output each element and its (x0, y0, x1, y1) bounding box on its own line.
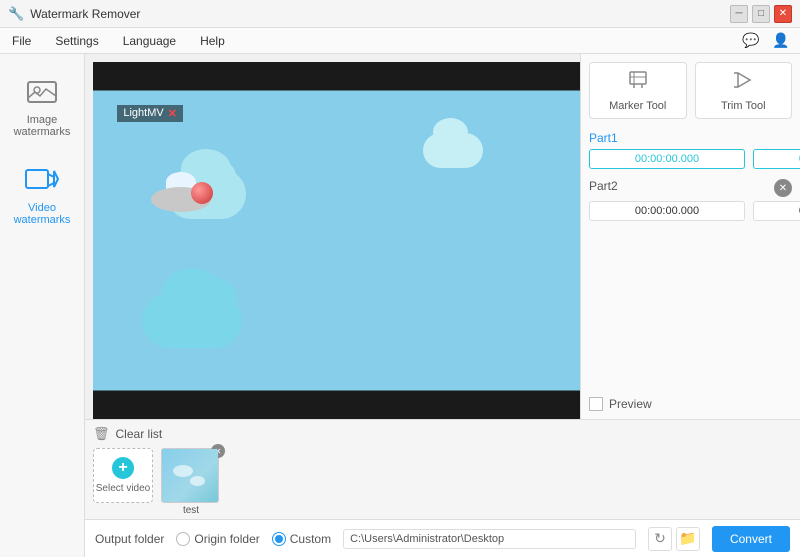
add-icon: + (112, 457, 134, 479)
menubar-right: 💬 👤 (740, 30, 792, 52)
tools-header: Marker Tool Trim Tool (589, 62, 792, 119)
cloud-top-right (423, 133, 483, 168)
thumbnail-inner (162, 449, 218, 502)
part1-row: Part1 (589, 131, 792, 169)
origin-folder-radio[interactable] (176, 532, 190, 546)
bottom-bar: Output folder Origin folder Custom ↻ 📁 C… (85, 519, 800, 557)
menu-language[interactable]: Language (119, 32, 180, 50)
origin-folder-label: Origin folder (194, 532, 259, 546)
sidebar-item-image-label: Image watermarks (9, 114, 76, 138)
titlebar: 🔧 Watermark Remover ─ □ ✕ (0, 0, 800, 28)
video-container: LightMV ✕ ▶ 00:00:00/00:00:39 (93, 62, 580, 419)
part2-start-input[interactable] (589, 201, 745, 221)
marker-tool-label: Marker Tool (609, 100, 666, 112)
output-folder-label: Output folder (95, 532, 164, 546)
file-thumbnail: ✕ test (161, 448, 221, 516)
minimize-button[interactable]: ─ (730, 5, 748, 23)
sidebar: Image watermarks Video watermarks (0, 54, 85, 557)
part2-delete-button[interactable]: ✕ (774, 179, 792, 197)
titlebar-left: 🔧 Watermark Remover (8, 6, 140, 22)
menubar-left: File Settings Language Help (8, 32, 229, 50)
chat-icon[interactable]: 💬 (740, 30, 762, 52)
clear-list-button[interactable]: Clear list (116, 427, 163, 441)
custom-folder-label: Custom (290, 532, 331, 546)
part2-label: Part2 (589, 179, 618, 193)
main-container: Image watermarks Video watermarks (0, 54, 800, 557)
ufo (151, 187, 211, 212)
convert-button[interactable]: Convert (712, 526, 790, 552)
marker-tool-button[interactable]: Marker Tool (589, 62, 687, 119)
watermark-close-icon: ✕ (168, 107, 177, 120)
radio-selected-dot (275, 535, 283, 543)
titlebar-controls: ─ □ ✕ (730, 5, 792, 23)
thumb-cloud-2 (190, 476, 205, 486)
custom-folder-option[interactable]: Custom (272, 532, 331, 546)
marker-tool-icon (627, 69, 649, 96)
preview-checkbox[interactable] (589, 397, 603, 411)
bottom-icons: ↻ 📁 (648, 527, 700, 551)
watermark-overlay: LightMV ✕ (117, 105, 183, 122)
trim-tool-button[interactable]: Trim Tool (695, 62, 793, 119)
part2-row: Part2 ✕ (589, 179, 792, 221)
menu-file[interactable]: File (8, 32, 35, 50)
file-list-area: 🗑 Clear list + Select video ✕ (85, 419, 800, 519)
sidebar-item-video-watermarks[interactable]: Video watermarks (5, 154, 80, 234)
watermark-text: LightMV (123, 107, 163, 119)
trim-tool-label: Trim Tool (721, 100, 766, 112)
video-watermarks-icon (24, 162, 60, 198)
part1-start-input[interactable] (589, 149, 745, 169)
preview-row: Preview (589, 397, 792, 411)
add-video-label: Select video (96, 483, 150, 494)
refresh-icon-button[interactable]: ↻ (648, 527, 672, 551)
trash-icon[interactable]: 🗑 (93, 426, 110, 442)
origin-folder-option[interactable]: Origin folder (176, 532, 259, 546)
clear-list-row: 🗑 Clear list (93, 426, 792, 442)
menu-help[interactable]: Help (196, 32, 229, 50)
cloud-bottom-left (142, 293, 242, 348)
image-watermarks-icon (24, 74, 60, 110)
tools-panel: Marker Tool Trim Tool (580, 54, 800, 419)
content-area: LightMV ✕ ▶ 00:00:00/00:00:39 (85, 54, 800, 557)
output-path-input[interactable] (343, 529, 636, 549)
sidebar-item-image-watermarks[interactable]: Image watermarks (5, 66, 80, 146)
menu-settings[interactable]: Settings (51, 32, 102, 50)
part2-end-input[interactable] (753, 201, 800, 221)
thumbnail-name: test (161, 505, 221, 516)
trim-tool-icon (732, 69, 754, 96)
folder-icon-button[interactable]: 📁 (676, 527, 700, 551)
custom-folder-radio[interactable] (272, 532, 286, 546)
user-icon[interactable]: 👤 (770, 30, 792, 52)
menubar: File Settings Language Help 💬 👤 (0, 28, 800, 54)
preview-label: Preview (609, 397, 652, 411)
video-tools-row: LightMV ✕ ▶ 00:00:00/00:00:39 (85, 54, 800, 419)
video-background: LightMV ✕ (93, 62, 580, 419)
part2-times (589, 201, 792, 221)
file-items-row: + Select video ✕ test (93, 448, 792, 516)
parts-container: Part1 Part2 ✕ (589, 131, 792, 397)
part1-label: Part1 (589, 131, 792, 145)
sidebar-item-video-label: Video watermarks (9, 202, 76, 226)
part1-end-input[interactable] (753, 149, 800, 169)
thumbnail-image (161, 448, 219, 503)
add-video-button[interactable]: + Select video (93, 448, 153, 503)
window-title: Watermark Remover (30, 7, 140, 21)
part1-times (589, 149, 792, 169)
close-button[interactable]: ✕ (774, 5, 792, 23)
thumb-cloud-1 (173, 465, 193, 477)
video-panel: LightMV ✕ ▶ 00:00:00/00:00:39 (85, 54, 580, 419)
maximize-button[interactable]: □ (752, 5, 770, 23)
